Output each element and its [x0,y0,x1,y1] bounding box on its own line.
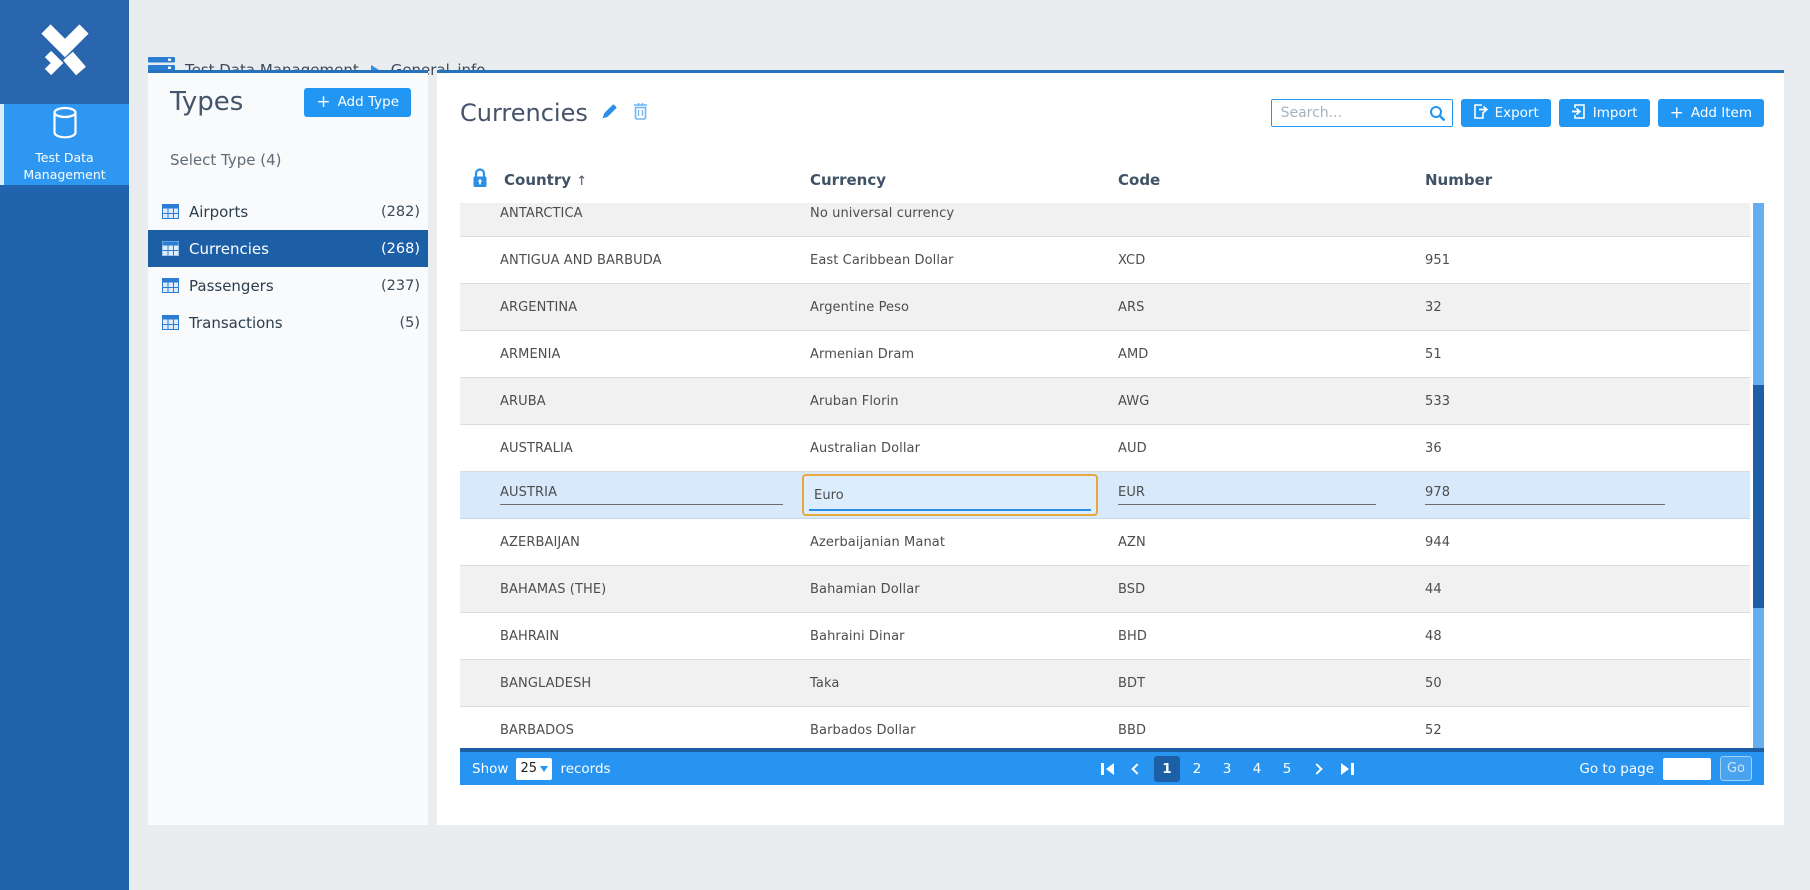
column-header-code[interactable]: Code [1118,171,1425,189]
plus-icon: + [1670,105,1684,122]
add-type-button[interactable]: + Add Type [304,88,411,117]
edit-cell-country[interactable]: AUSTRIA [500,485,783,505]
type-item-passengers[interactable]: Passengers (237) [148,267,428,304]
table-icon [162,241,179,256]
plus-icon: + [316,94,330,111]
type-item-currencies[interactable]: Currencies (268) [148,230,428,267]
page-button-3[interactable]: 3 [1214,756,1240,782]
sidebar-item-test-data-management[interactable]: Test Data Management [0,104,129,185]
column-header-number[interactable]: Number [1425,171,1750,189]
table-row[interactable]: BARBADOSBarbados DollarBBD52 [460,707,1750,748]
edit-cell-number[interactable]: 978 [1425,485,1665,505]
import-button[interactable]: Import [1559,99,1650,127]
records-label: records [560,761,610,777]
table-icon [162,278,179,293]
table-icon [162,204,179,219]
go-button[interactable]: Go [1720,756,1752,781]
type-item-airports[interactable]: Airports (282) [148,193,428,230]
app-sidebar: Test Data Management [0,0,129,890]
table-viewport: ANTARCTICANo universal currency ANTIGUA … [460,203,1750,748]
last-page-button[interactable] [1334,756,1360,782]
table-row[interactable]: ARMENIAArmenian DramAMD51 [460,331,1750,378]
type-list: Airports (282) Currencies (268) Passenge… [148,193,428,341]
table-row[interactable]: AZERBAIJANAzerbaijanian ManatAZN944 [460,519,1750,566]
goto-page-input[interactable] [1663,758,1711,780]
table-body: ANTARCTICANo universal currency ANTIGUA … [460,203,1764,748]
next-page-button[interactable] [1304,756,1330,782]
page-size-select[interactable]: 25 [516,758,552,780]
sidebar-item-label: Test Data Management [9,150,121,184]
content: Types + Add Type Select Type (4) Airport… [148,70,1784,825]
delete-trash-icon[interactable] [633,102,648,124]
page-button-4[interactable]: 4 [1244,756,1270,782]
x-logo-icon [34,21,96,83]
table-row[interactable]: ARGENTINAArgentine PesoARS32 [460,284,1750,331]
sort-asc-icon: ↑ [576,174,587,189]
table-row[interactable]: ARUBAAruban FlorinAWG533 [460,378,1750,425]
table-header: Country ↑ Currency Code Number [460,157,1750,203]
data-panel: Currencies [437,70,1784,825]
app-logo[interactable] [0,0,129,104]
active-edit-cell[interactable]: Euro [802,474,1098,516]
prev-page-button[interactable] [1124,756,1150,782]
show-label: Show [472,761,508,777]
select-type-label: Select Type (4) [170,151,406,169]
page-title: Currencies [460,99,588,127]
table-row[interactable]: ANTARCTICANo universal currency [460,203,1750,237]
table-row[interactable]: BANGLADESHTakaBDT50 [460,660,1750,707]
export-button[interactable]: Export [1461,99,1551,127]
column-header-country[interactable]: Country ↑ [504,171,587,189]
first-page-button[interactable] [1094,756,1120,782]
search-input[interactable] [1271,99,1453,127]
type-count: (282) [381,204,420,220]
column-header-currency[interactable]: Currency [810,171,1118,189]
type-count: (268) [381,241,420,257]
table-row[interactable]: BAHAMAS (THE)Bahamian DollarBSD44 [460,566,1750,613]
pagination-bar: Show 25 records 1 2 3 4 5 [460,748,1764,785]
type-item-transactions[interactable]: Transactions (5) [148,304,428,341]
import-icon [1571,104,1586,123]
type-count: (237) [381,278,420,294]
breadcrumb: Test Data Management General_info [148,0,1784,70]
page-button-2[interactable]: 2 [1184,756,1210,782]
page-button-1[interactable]: 1 [1154,756,1180,782]
export-icon [1473,104,1488,123]
table-row[interactable]: AUSTRALIAAustralian DollarAUD36 [460,425,1750,472]
search-icon[interactable] [1429,105,1446,126]
edit-pencil-icon[interactable] [600,102,619,125]
pager: 1 2 3 4 5 [1094,756,1360,782]
database-icon [50,106,80,144]
table-scrollbar[interactable] [1753,203,1764,748]
edit-cell-code[interactable]: EUR [1118,485,1376,505]
types-panel: Types + Add Type Select Type (4) Airport… [148,70,428,825]
table-row-editing[interactable]: AUSTRIA Euro EUR 978 [460,472,1750,519]
page-button-5[interactable]: 5 [1274,756,1300,782]
table-icon [162,315,179,330]
lock-icon[interactable] [472,168,488,192]
type-count: (5) [399,315,420,331]
table-row[interactable]: ANTIGUA AND BARBUDAEast Caribbean Dollar… [460,237,1750,284]
chevron-down-icon [540,766,548,772]
goto-page-label: Go to page [1579,761,1654,777]
card-head: Currencies [460,95,1764,131]
types-title: Types [170,87,243,117]
scrollbar-thumb[interactable] [1753,385,1764,608]
main-area: Test Data Management General_info Types … [129,0,1810,825]
table-row[interactable]: BAHRAINBahraini DinarBHD48 [460,613,1750,660]
add-item-button[interactable]: + Add Item [1658,99,1764,127]
